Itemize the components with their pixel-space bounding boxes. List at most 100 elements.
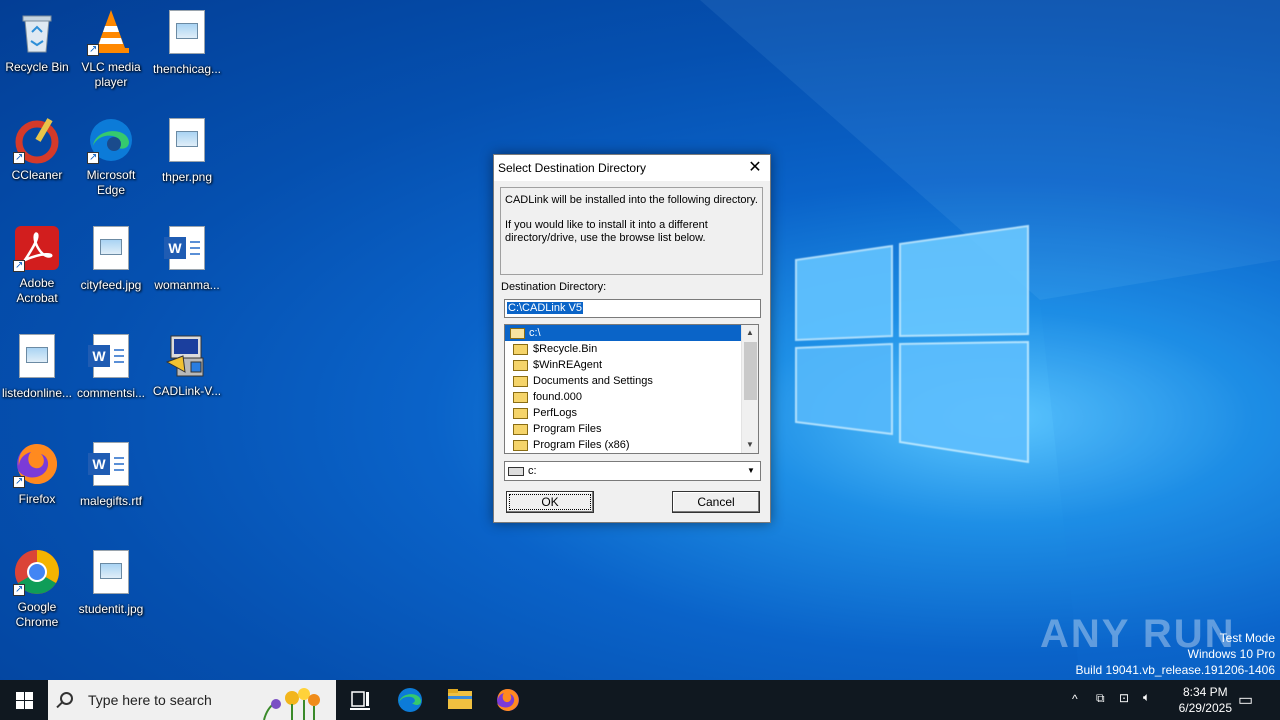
folder-item[interactable]: $Recycle.Bin — [505, 341, 758, 357]
network-device-icon[interactable]: ⧉ — [1096, 691, 1105, 706]
notifications-icon[interactable]: ▭ — [1238, 690, 1253, 710]
shortcut-arrow-icon — [87, 42, 99, 57]
folder-item[interactable]: $WinREAgent — [505, 357, 758, 373]
folder-icon — [513, 392, 528, 403]
chevron-down-icon[interactable]: ▼ — [743, 463, 759, 479]
desktop-icon-google-chrome[interactable]: Google Chrome — [0, 548, 74, 630]
desktop-icon-firefox[interactable]: Firefox — [0, 440, 74, 507]
desktop-icon-label: womanma... — [154, 278, 220, 292]
folder-icon — [513, 344, 528, 355]
desktop-icon-label: Google Chrome — [15, 600, 59, 629]
search-highlight-flowers-icon — [263, 688, 320, 720]
taskbar-file-explorer[interactable] — [436, 680, 484, 720]
image-file-icon — [163, 118, 211, 166]
folder-icon — [513, 376, 528, 387]
firefox-icon — [13, 440, 61, 489]
folder-item[interactable]: PerfLogs — [505, 405, 758, 421]
windows-logo-icon — [16, 701, 24, 709]
volume-icon[interactable]: 🔈︎ — [1143, 690, 1150, 705]
desktop-icon-label: Microsoft Edge — [86, 168, 136, 197]
os-edition-line: Windows 10 Pro — [1187, 647, 1275, 661]
image-file-icon — [87, 226, 135, 274]
desktop-icon-label: Recycle Bin — [5, 60, 69, 74]
clock-time: 8:34 PM — [1182, 685, 1228, 699]
ccleaner-icon — [13, 116, 61, 165]
dialog-title: Select Destination Directory — [498, 161, 647, 175]
desktop-icon-malegifts[interactable]: W malegifts.rtf — [74, 440, 148, 509]
search-placeholder: Type here to search — [88, 692, 212, 708]
desktop-icon-label: thenchicag... — [152, 62, 222, 76]
scroll-up-arrow-icon[interactable]: ▲ — [742, 325, 758, 341]
folder-item[interactable]: found.000 — [505, 389, 758, 405]
edge-icon — [87, 116, 135, 165]
folder-name: $Recycle.Bin — [533, 343, 598, 355]
ok-button[interactable]: OK — [506, 491, 594, 513]
desktop-icon-label: cityfeed.jpg — [80, 278, 142, 292]
start-button[interactable] — [0, 680, 48, 720]
folder-item[interactable]: Documents and Settings — [505, 373, 758, 389]
cancel-button[interactable]: Cancel — [672, 491, 760, 513]
desktop-icon-cadlink[interactable]: CADLink-V... — [150, 332, 224, 399]
destination-directory-input[interactable]: C:\CADLink V5 — [504, 299, 761, 318]
desktop-icon-thenchicag[interactable]: thenchicag... — [150, 8, 224, 77]
taskbar-search-box[interactable]: Type here to search — [48, 680, 336, 720]
task-view-icon — [350, 691, 370, 710]
folder-item[interactable]: Program Files — [505, 421, 758, 437]
desktop-icon-studentit[interactable]: studentit.jpg — [74, 548, 148, 617]
network-icon[interactable]: ⊡ — [1119, 691, 1129, 705]
test-mode-line: Test Mode — [1219, 631, 1275, 645]
desktop-icon-cityfeed[interactable]: cityfeed.jpg — [74, 224, 148, 293]
word-document-icon: W — [87, 442, 135, 490]
system-clock[interactable]: 8:34 PM 6/29/2025 — [1179, 684, 1232, 716]
task-view-button[interactable] — [336, 680, 384, 720]
recycle-bin-icon — [13, 8, 61, 56]
folder-item[interactable]: c:\ — [505, 325, 758, 341]
chevron-up-icon[interactable]: ^ — [1072, 692, 1078, 706]
folder-list[interactable]: c:\ $Recycle.Bin $WinREAgent Documents a… — [504, 324, 759, 454]
dialog-titlebar[interactable]: Select Destination Directory ✕ — [494, 155, 770, 181]
desktop-icon-ccleaner[interactable]: CCleaner — [0, 116, 74, 183]
edge-icon — [398, 688, 422, 712]
folder-icon — [513, 440, 528, 451]
acrobat-icon — [13, 224, 61, 273]
taskbar-firefox[interactable] — [484, 680, 532, 720]
test-mode-text: Test Mode Windows 10 Pro Build 19041.vb_… — [1076, 630, 1276, 678]
desktop-icon-listedonline[interactable]: listedonline... — [0, 332, 74, 401]
folder-name: c:\ — [529, 327, 541, 339]
desktop-icon-adobe-acrobat[interactable]: Adobe Acrobat — [0, 224, 74, 306]
windows-logo-icon — [16, 692, 24, 700]
desktop-icon-recycle-bin[interactable]: Recycle Bin — [0, 8, 74, 75]
info-text-2: If you would like to install it into a d… — [505, 219, 708, 244]
folder-icon — [513, 360, 528, 371]
desktop-icon-commentsi[interactable]: W commentsi... — [74, 332, 148, 401]
destination-label: Destination Directory: — [501, 281, 607, 293]
word-document-icon: W — [87, 334, 135, 382]
folder-list-scrollbar[interactable]: ▲ ▼ — [741, 325, 758, 453]
desktop-icon-vlc[interactable]: VLC media player — [74, 8, 148, 90]
folder-name: $WinREAgent — [533, 359, 603, 371]
desktop-icon-microsoft-edge[interactable]: Microsoft Edge — [74, 116, 148, 198]
desktop-icon-label: commentsi... — [76, 386, 145, 400]
folder-icon — [513, 408, 528, 419]
image-file-icon — [13, 334, 61, 382]
vlc-cone-icon — [87, 8, 135, 57]
desktop-icon-label: CCleaner — [11, 168, 63, 182]
folder-icon — [513, 424, 528, 435]
chrome-icon — [13, 548, 61, 597]
scroll-down-arrow-icon[interactable]: ▼ — [742, 437, 758, 453]
shortcut-arrow-icon — [13, 582, 25, 597]
desktop-icon-label: CADLink-V... — [152, 384, 222, 398]
drive-select[interactable]: c: ▼ — [504, 461, 761, 481]
select-destination-dialog: Select Destination Directory ✕ CADLink w… — [493, 154, 771, 523]
desktop-icon-womanma[interactable]: W womanma... — [150, 224, 224, 293]
folder-icon — [448, 689, 472, 709]
firefox-icon — [497, 689, 519, 711]
desktop-icon-label: malegifts.rtf — [79, 494, 142, 508]
desktop-icon-thper[interactable]: thper.png — [150, 116, 224, 185]
taskbar: Type here to search ^ ⧉ ⊡ 🔈︎ 8:34 PM 6/2… — [0, 680, 1280, 720]
taskbar-edge[interactable] — [386, 680, 434, 720]
scroll-thumb[interactable] — [744, 342, 757, 400]
close-icon[interactable]: ✕ — [740, 155, 770, 181]
folder-item[interactable]: Program Files (x86) — [505, 437, 758, 453]
desktop-icon-label: Adobe Acrobat — [16, 276, 58, 305]
